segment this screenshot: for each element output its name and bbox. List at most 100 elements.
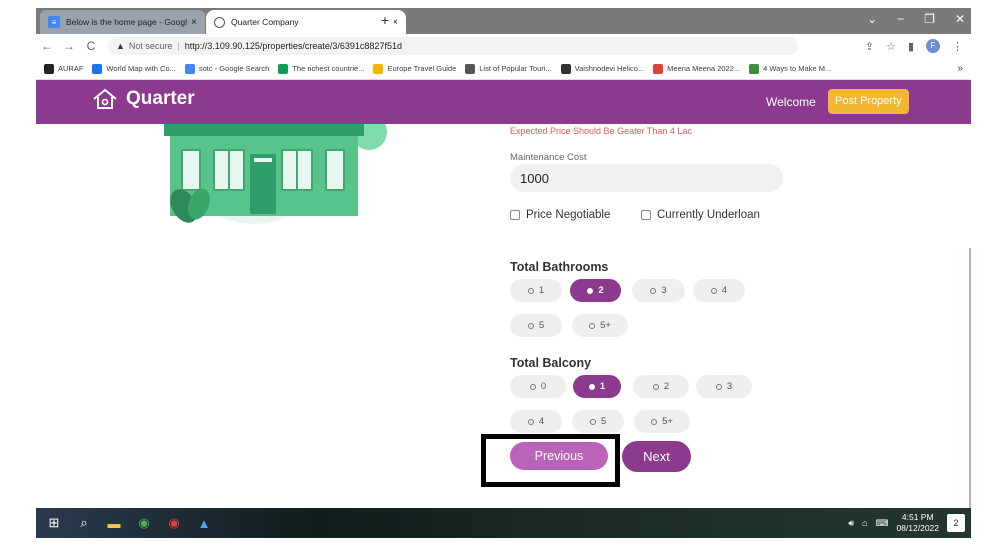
checkbox-label: Currently Underloan [657,209,760,221]
checkbox-box[interactable] [641,210,651,220]
tab-docs[interactable]: ≡ Below is the home page - Googl × [40,10,205,34]
bookmarks-overflow-button[interactable]: » [957,63,963,74]
back-button[interactable]: ← [36,39,58,53]
maintenance-cost-input[interactable] [510,164,783,192]
clock-date: 08/12/2022 [896,523,939,533]
network-icon[interactable]: ⌂ [862,518,867,528]
bookmark-star-icon[interactable]: ☆ [886,40,896,53]
checkbox-label: Price Negotiable [526,209,611,221]
house-illustration [164,124,387,224]
balcony-option[interactable]: 1 [573,375,621,398]
bookmark-item[interactable]: Europe Travel Guide [373,63,456,74]
post-property-button[interactable]: Post Property [828,89,909,114]
scrollbar[interactable] [969,248,971,508]
window-controls: ⌄ − ❐ ✕ [867,12,965,26]
share-icon[interactable]: ⇪ [865,40,874,53]
keyboard-icon[interactable]: ⌨ [875,518,888,529]
warning-icon: ▲ [116,41,125,51]
google-docs-icon: ≡ [48,16,60,28]
option-label: 5 [600,416,607,427]
option-label: 1 [538,285,545,296]
welcome-text: Welcome [766,95,816,109]
reload-button[interactable]: C [80,39,102,53]
bookmark-item[interactable]: Vaishnodevi Helico... [560,63,645,74]
balcony-option[interactable]: 4 [510,410,562,433]
bookmark-label: World Map with Co... [106,64,176,73]
price-negotiable-checkbox[interactable]: Price Negotiable [510,209,610,221]
menu-icon[interactable]: ⋮ [952,40,963,53]
bookmark-item[interactable]: World Map with Co... [92,63,176,74]
notification-icon[interactable]: 2 [947,514,965,532]
bathrooms-option[interactable]: 3 [632,279,685,302]
bookmark-favicon-icon [184,63,195,74]
price-error-message: Expected Price Should Be Geater Than 4 L… [510,126,692,136]
system-tray: 🔊︎ ⌂ ⌨ 4:51 PM 08/12/2022 2 [848,512,971,534]
bathrooms-option[interactable]: 5+ [572,314,628,337]
restore-button[interactable]: ❐ [924,12,935,26]
security-status: Not secure [128,41,173,51]
bathrooms-option[interactable]: 2 [570,279,621,302]
bookmark-favicon-icon [465,63,476,74]
close-window-button[interactable]: ✕ [955,12,965,26]
balcony-option[interactable]: 0 [510,375,566,398]
radio-dot-icon [589,322,596,329]
radio-dot-icon [529,383,536,390]
checkbox-box[interactable] [510,210,520,220]
bookmark-item[interactable]: 4 Ways to Make M... [749,63,831,74]
bookmark-item[interactable]: sotc - Google Search [184,63,269,74]
option-label: 5+ [600,320,611,331]
bookmark-label: Vaishnodevi Helico... [574,64,645,73]
new-tab-button[interactable]: + [376,12,394,30]
bookmark-favicon-icon [44,63,54,74]
balcony-option[interactable]: 3 [696,375,752,398]
bathrooms-option[interactable]: 5 [510,314,562,337]
next-button[interactable]: Next [622,441,691,472]
radio-dot-icon [587,287,594,294]
logo-text: Quarter [126,88,195,109]
currently-underloan-checkbox[interactable]: Currently Underloan [641,209,760,221]
bathrooms-option[interactable]: 4 [693,279,745,302]
search-icon[interactable]: ⌕ [72,511,96,535]
option-label: 2 [663,381,670,392]
clock[interactable]: 4:51 PM 08/12/2022 [896,512,939,534]
radio-dot-icon [715,383,722,390]
bookmark-favicon-icon [278,63,289,74]
bookmark-favicon-icon [373,63,384,74]
bathrooms-option[interactable]: 1 [510,279,562,302]
clock-time: 4:51 PM [901,512,934,522]
bookmark-favicon-icon [560,63,571,74]
option-label: 5 [538,320,545,331]
bookmark-item[interactable]: The richest countrie... [278,63,364,74]
close-tab-icon[interactable]: × [191,17,197,28]
bookmark-favicon-icon [92,63,103,74]
balcony-option[interactable]: 2 [633,375,689,398]
chrome-icon[interactable]: ◉ [132,511,156,535]
profile-avatar[interactable]: F [926,39,940,53]
tab-title: Below is the home page - Googl [66,17,187,27]
bookmark-item[interactable]: Meena Meena 2022... [653,63,740,74]
forward-button[interactable]: → [58,39,80,53]
address-input[interactable]: ▲ Not secure | http://3.109.90.125/prope… [108,37,798,55]
house-logo-icon [93,88,117,109]
bookmark-label: AURAF [58,64,84,73]
windows-start-icon[interactable]: ⊞ [42,511,66,535]
bookmark-item[interactable]: List of Popular Touri... [465,63,552,74]
total-balcony-title: Total Balcony [510,356,592,370]
volume-icon[interactable]: 🔊︎ [848,518,854,529]
globe-icon [214,16,225,28]
bookmark-item[interactable]: AURAF [44,63,84,74]
option-label: 1 [599,381,606,392]
browser-tab-strip: ≡ Below is the home page - Googl × Quart… [36,8,971,34]
balcony-option[interactable]: 5+ [634,410,690,433]
chrome-profile-icon[interactable]: ◉ [162,511,186,535]
side-panel-icon[interactable]: ▮ [908,40,914,53]
radio-dot-icon [527,418,534,425]
tab-search-icon[interactable]: ⌄ [867,12,877,26]
minimize-button[interactable]: − [897,12,904,26]
radio-dot-icon [650,287,657,294]
site-logo[interactable]: Quarter [92,88,195,110]
app-drop-icon[interactable]: ▲ [192,511,216,535]
highlight-annotation-box [481,434,620,487]
file-explorer-icon[interactable]: ▬ [102,511,126,535]
balcony-option[interactable]: 5 [572,410,624,433]
